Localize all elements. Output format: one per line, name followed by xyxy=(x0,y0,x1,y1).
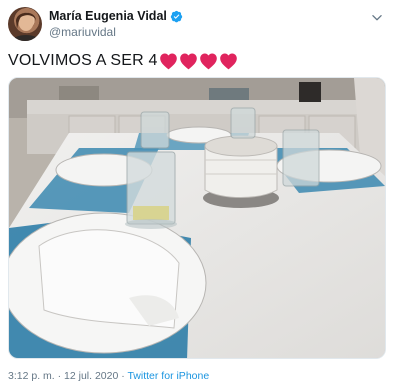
tweet-text: VOLVIMOS A SER 4 xyxy=(8,52,239,70)
tweet-photo[interactable] xyxy=(8,77,386,359)
dining-table-photo xyxy=(9,78,385,358)
author-handle[interactable]: @mariuvidal xyxy=(49,25,116,39)
author-name[interactable]: María Eugenia Vidal xyxy=(49,9,167,23)
tweet-header: María Eugenia Vidal @mariuvidal xyxy=(8,6,388,44)
red-heart-emoji-icon xyxy=(199,53,217,70)
heart-emojis xyxy=(159,52,239,70)
verified-badge-icon xyxy=(170,10,183,22)
red-heart-emoji-icon xyxy=(219,53,237,70)
tweet-source-link[interactable]: Twitter for iPhone xyxy=(127,370,209,382)
avatar[interactable] xyxy=(8,7,42,41)
chevron-down-icon[interactable] xyxy=(370,11,384,25)
tweet-text-content: VOLVIMOS A SER 4 xyxy=(8,52,158,69)
tweet-footer: 3:12 p. m. · 12 jul. 2020 · Twitter for … xyxy=(8,370,209,382)
tweet-timestamp[interactable]: 3:12 p. m. · 12 jul. 2020 · xyxy=(8,370,127,382)
author-name-row: María Eugenia Vidal xyxy=(49,9,183,23)
red-heart-emoji-icon xyxy=(159,53,177,70)
red-heart-emoji-icon xyxy=(179,53,197,70)
